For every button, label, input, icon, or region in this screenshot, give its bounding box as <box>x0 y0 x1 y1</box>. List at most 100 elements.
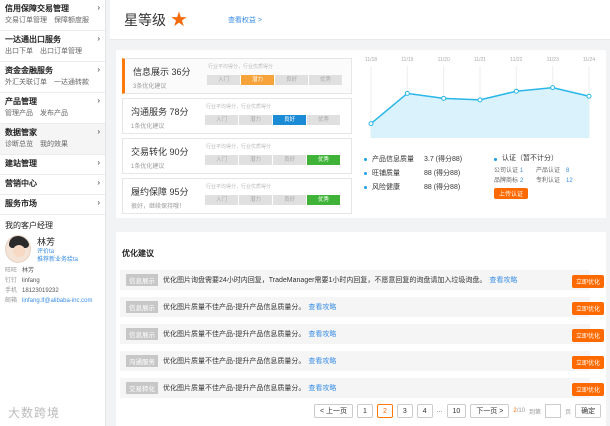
view-guide-link[interactable]: 查看攻略 <box>308 358 336 365</box>
suggestion-row: 信息展示 优化图片质量不佳产品-提升产品信息质量分。 查看攻略 立即优化 <box>120 324 604 344</box>
prev-page-button[interactable]: < 上一页 <box>314 404 354 418</box>
sidebar-section: 资金金融服务 › 外汇关联订单 一达通转款 <box>0 62 105 93</box>
suggestion-text: 优化图片质量不佳产品-提升产品信息质量分。 查看攻略 <box>163 302 336 312</box>
cert-count[interactable]: 2 <box>520 176 536 186</box>
data-point[interactable] <box>477 97 483 103</box>
upload-cert-button[interactable]: 上传认证 <box>494 188 529 199</box>
card-suggestion: 很好，继续保持哦！ <box>131 204 186 210</box>
stat-label: 产品信息质量 <box>372 156 414 163</box>
cert-count[interactable]: 12 <box>566 176 576 186</box>
card-suggestion: 1条优化建议 <box>131 124 165 130</box>
data-point[interactable] <box>513 88 519 94</box>
data-point[interactable] <box>441 95 447 101</box>
data-point[interactable] <box>368 121 374 127</box>
optimization-title: 优化建议 <box>122 249 154 258</box>
level-segment: 潜力 <box>239 195 273 205</box>
card-meta: 行业平均得分，行业优质得分 <box>208 64 274 70</box>
sidebar-section-title[interactable]: 资金金融服务 <box>5 65 100 77</box>
cert-count[interactable]: 1 <box>520 166 536 176</box>
card-name: 沟通服务 <box>131 107 168 117</box>
cert-count[interactable]: 8 <box>566 166 576 176</box>
sidebar-link[interactable]: 诊断总览 <box>5 139 33 150</box>
card-name: 交易转化 <box>131 147 168 157</box>
x-tick-label: 11/24 <box>583 57 595 63</box>
stat-value: 3.7 (得分88) <box>424 156 463 163</box>
card-score: 90分 <box>169 147 189 157</box>
contact-value[interactable]: linfang.lf@alibaba-inc.com <box>22 298 92 304</box>
page-info-total: /10 <box>516 408 526 414</box>
level-segment: 潜力 <box>239 115 273 125</box>
chevron-right-icon: › <box>97 34 100 43</box>
sidebar-section-title[interactable]: 建站管理 <box>5 158 100 170</box>
next-page-button[interactable]: 下一页 > <box>470 404 510 418</box>
sidebar-section-title[interactable]: 产品管理 <box>5 96 100 108</box>
view-guide-link[interactable]: 查看攻略 <box>308 331 336 338</box>
sidebar-link[interactable]: 出口订单管理 <box>40 46 82 57</box>
stat-label: 风险健康 <box>372 184 400 191</box>
data-point[interactable] <box>404 90 410 96</box>
page-number[interactable]: 1 <box>357 404 373 418</box>
page-unit: 页 <box>565 409 572 416</box>
sidebar-section: 营销中心 › <box>0 175 105 195</box>
sidebar-section-title[interactable]: 数据管家 <box>5 127 100 139</box>
level-segment: 良好 <box>275 75 309 85</box>
sidebar-link[interactable]: 一达通转款 <box>54 77 89 88</box>
page-input[interactable] <box>545 404 562 418</box>
chevron-right-icon: › <box>97 198 100 207</box>
view-guide-link[interactable]: 查看攻略 <box>308 385 336 392</box>
score-card[interactable]: 信息展示 36分 3条优化建议 行业平均得分，行业优质得分 入门 潜力 良好 优秀 <box>122 58 352 94</box>
sidebar-link[interactable]: 发布产品 <box>40 108 68 119</box>
sidebar-link[interactable]: 交易订单管理 <box>5 15 47 26</box>
sidebar-section-title[interactable]: 服务市场 <box>5 198 100 210</box>
level-segment: 入门 <box>205 115 239 125</box>
recommend-link[interactable]: 推荐新业务给ta <box>37 256 78 264</box>
page-number[interactable]: 10 <box>446 404 467 418</box>
optimize-now-button[interactable]: 立即优化 <box>571 329 604 342</box>
sidebar-link[interactable]: 出口下单 <box>5 46 33 57</box>
page-number[interactable]: 2 <box>376 404 393 418</box>
optimize-now-button[interactable]: 立即优化 <box>571 356 604 369</box>
sidebar-section: 信用保障交易管理 › 交易订单管理 保障额度服 <box>0 0 105 31</box>
stat-value: 88 (得分88) <box>424 184 461 191</box>
confirm-button[interactable]: 确定 <box>575 404 602 418</box>
sidebar-link[interactable]: 管理产品 <box>5 108 33 119</box>
optimize-now-button[interactable]: 立即优化 <box>571 275 604 288</box>
score-panel: 信息展示 36分 3条优化建议 行业平均得分，行业优质得分 入门 潜力 良好 优秀 沟通服务 … <box>116 50 606 218</box>
suggestion-row: 信息展示 优化图片询盘需要24小时内回复，TradeManager需要1小时内回复… <box>120 270 604 290</box>
sidebar-section-title[interactable]: 一达通出口服务 <box>5 34 100 46</box>
page-number[interactable]: 3 <box>396 404 413 418</box>
cert-label: 专利认证 <box>536 178 561 184</box>
level-segment: 潜力 <box>239 155 273 165</box>
card-score: 78分 <box>169 107 189 117</box>
sidebar-link[interactable]: 我的效果 <box>40 139 68 150</box>
view-guide-link[interactable]: 查看攻略 <box>489 277 517 284</box>
optimize-now-button[interactable]: 立即优化 <box>571 302 604 315</box>
level-segment: 良好 <box>273 155 307 165</box>
stat-value: 88 (得分88) <box>424 170 461 177</box>
rate-manager-link[interactable]: 评价ta <box>37 248 78 256</box>
x-tick-label: 11/18 <box>365 57 377 63</box>
sidebar-link[interactable]: 外汇关联订单 <box>5 77 47 88</box>
score-card[interactable]: 交易转化 90分 1条优化建议 行业平均得分，行业优质得分 入门 潜力 良好 优秀 <box>122 138 352 174</box>
data-point[interactable] <box>586 93 592 99</box>
suggestion-text: 优化图片质量不佳产品-提升产品信息质量分。 查看攻略 <box>163 329 336 339</box>
card-title: 信息展示 36分 <box>133 65 191 78</box>
certification-box: 认证（暂不计分） 公司认证 1 产品认证 8 品牌商标 2 专利认证 12 上传认证 <box>494 152 604 199</box>
goto-label: 到第 <box>529 409 542 416</box>
sidebar-link[interactable]: 保障额度服 <box>54 15 89 26</box>
sidebar-section-title[interactable]: 信用保障交易管理 <box>5 3 100 15</box>
score-card[interactable]: 沟通服务 78分 1条优化建议 行业平均得分，行业优质得分 入门 潜力 良好 优秀 <box>122 98 352 134</box>
score-card[interactable]: 履约保障 95分 很好，继续保持哦！ 行业平均得分，行业优质得分 入门 潜力 良好 优秀 <box>122 178 352 214</box>
page-number[interactable]: 4 <box>416 404 433 418</box>
optimization-section: 优化建议 信息展示 优化图片询盘需要24小时内回复，TradeManager需要1… <box>116 232 606 426</box>
data-point[interactable] <box>550 85 556 91</box>
optimize-now-button[interactable]: 立即优化 <box>571 383 604 396</box>
sidebar-section-title[interactable]: 营销中心 <box>5 178 100 190</box>
chevron-right-icon: › <box>97 65 100 74</box>
level-segment: 优秀 <box>307 115 341 125</box>
x-tick-label: 11/23 <box>547 57 559 63</box>
view-benefits-link[interactable]: 查看权益 > <box>228 15 262 25</box>
contact-key: 钉钉 <box>5 278 18 284</box>
suggestion-body: 优化图片质量不佳产品-提升产品信息质量分。 <box>163 304 306 311</box>
view-guide-link[interactable]: 查看攻略 <box>308 304 336 311</box>
